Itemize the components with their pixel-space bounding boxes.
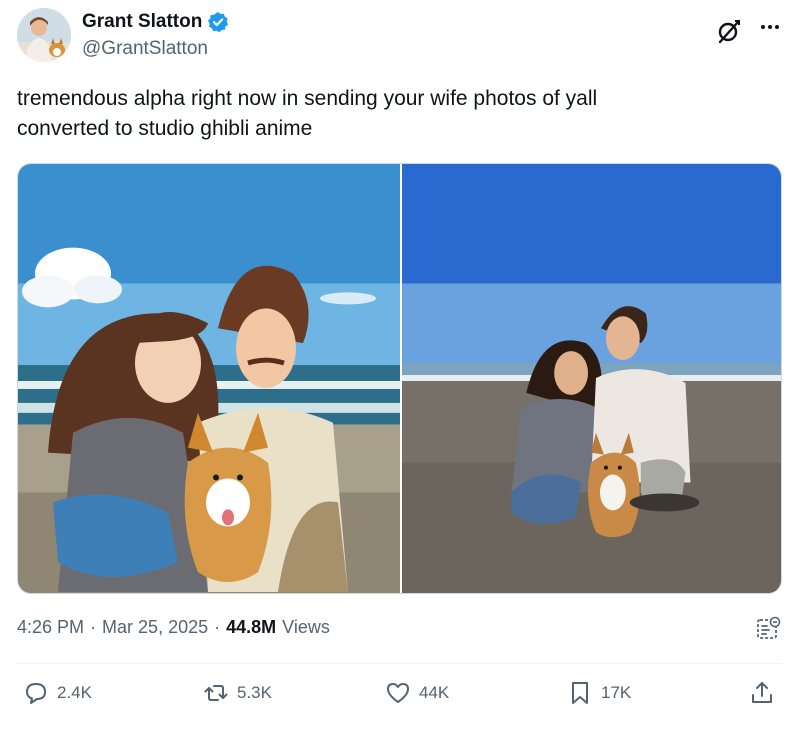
share-icon [752,682,772,703]
action-bar: 2.4K 5.3K 44K 17K [17,680,782,714]
meta-separator: · [90,617,97,637]
views-count: 44.8M [226,617,277,637]
divider [17,663,782,664]
share-button[interactable] [749,680,775,706]
repost-icon [204,685,228,701]
media-grid [17,163,782,594]
bookmark-icon [572,682,588,704]
avatar[interactable] [17,8,71,62]
user-handle[interactable]: @GrantSlatton [82,38,208,60]
tweet-meta: 4:26 PM · Mar 25, 2025 · 44.8M Views [17,617,330,638]
verified-badge-icon [207,11,229,33]
reply-button[interactable]: 2.4K [23,680,92,706]
repost-button[interactable]: 5.3K [203,680,272,706]
display-name[interactable]: Grant Slatton [82,11,202,33]
analytics-icon[interactable] [755,616,781,642]
meta-separator: · [214,617,221,637]
tweet-header: Grant Slatton @GrantSlatton [17,8,787,68]
heart-icon [387,683,409,703]
tweet-date[interactable]: Mar 25, 2025 [102,617,208,638]
reply-count: 2.4K [57,683,92,702]
like-count: 44K [419,683,450,702]
grok-icon[interactable] [716,18,742,44]
tweet-time[interactable]: 4:26 PM [17,617,84,638]
photo-image[interactable] [402,164,781,593]
bookmark-count: 17K [601,683,632,702]
ghibli-anime-image[interactable] [18,164,400,593]
name-row: Grant Slatton [82,11,229,33]
tweet-text: tremendous alpha right now in sending yo… [17,87,598,140]
more-dots-icon[interactable] [757,16,783,38]
reply-icon [26,683,46,704]
views-label: Views [282,617,330,637]
repost-count: 5.3K [237,683,272,702]
bookmark-button[interactable]: 17K [567,680,631,706]
like-button[interactable]: 44K [385,680,449,706]
